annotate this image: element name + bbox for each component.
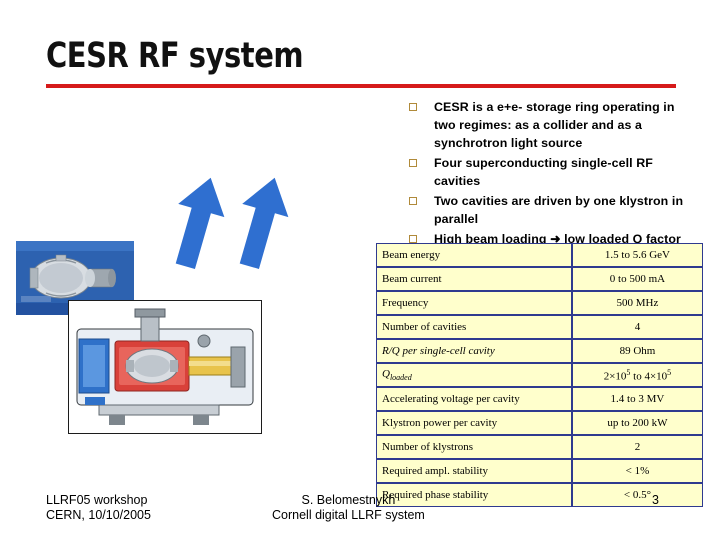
table-cell-param: R/Q per single-cell cavity <box>376 339 572 363</box>
table-row: Number of klystrons 2 <box>376 435 703 459</box>
table-cell-value: 2×105 to 4×105 <box>571 363 703 387</box>
slide: CESR RF system CESR is a e+e- storage ri… <box>0 0 720 540</box>
table-row: Number of cavities 4 <box>376 315 703 339</box>
square-bullet-icon <box>409 159 417 167</box>
table-row: Accelerating voltage per cavity 1.4 to 3… <box>376 387 703 411</box>
table-cell-param: Accelerating voltage per cavity <box>376 387 572 411</box>
cryomodule-cutaway-drawing <box>68 300 262 434</box>
table-cell-param: Beam energy <box>376 243 572 267</box>
table-cell-value: 2 <box>571 435 703 459</box>
table-cell-value: 89 Ohm <box>571 339 703 363</box>
table-cell-value: < 0.5° <box>571 483 703 507</box>
square-bullet-icon <box>409 235 417 243</box>
table-cell-value: 1.4 to 3 MV <box>571 387 703 411</box>
table-cell-value: 1.5 to 5.6 GeV <box>571 243 703 267</box>
footer-center: S. Belomestnykh Cornell digital LLRF sys… <box>272 493 425 523</box>
page-title: CESR RF system <box>46 36 304 76</box>
square-bullet-icon <box>409 197 417 205</box>
table-cell-value: 500 MHz <box>571 291 703 315</box>
footer-left-line1: LLRF05 workshop <box>46 493 148 507</box>
table-cell-param: Klystron power per cavity <box>376 411 572 435</box>
table-row: Qloaded 2×105 to 4×105 <box>376 363 703 387</box>
specification-table: Beam energy 1.5 to 5.6 GeV Beam current … <box>376 243 703 507</box>
pointer-arrows <box>150 172 310 282</box>
list-item: CESR is a e+e- storage ring operating in… <box>400 98 696 152</box>
table-cell-param: Frequency <box>376 291 572 315</box>
table-cell-param: Number of klystrons <box>376 435 572 459</box>
bullet-text: Two cavities are driven by one klystron … <box>434 194 684 226</box>
page-number: 3 <box>652 493 659 507</box>
table-row: Required ampl. stability < 1% <box>376 459 703 483</box>
table-cell-param: Required ampl. stability <box>376 459 572 483</box>
bullet-text: Four superconducting single-cell RF cavi… <box>434 156 653 188</box>
table-cell-param: Beam current <box>376 267 572 291</box>
table-cell-value: < 1% <box>571 459 703 483</box>
table-row: Klystron power per cavity up to 200 kW <box>376 411 703 435</box>
table-row: Beam current 0 to 500 mA <box>376 267 703 291</box>
footer-center-line1: S. Belomestnykh <box>301 493 396 507</box>
table-cell-param: Qloaded <box>376 363 572 387</box>
footer-center-line2: Cornell digital LLRF system <box>272 508 425 522</box>
table-row: Frequency 500 MHz <box>376 291 703 315</box>
table-row: Beam energy 1.5 to 5.6 GeV <box>376 243 703 267</box>
footer-left-line2: CERN, 10/10/2005 <box>46 508 151 522</box>
table-cell-value: 4 <box>571 315 703 339</box>
table-cell-value: up to 200 kW <box>571 411 703 435</box>
table-cell-param: Number of cavities <box>376 315 572 339</box>
bullet-list: CESR is a e+e- storage ring operating in… <box>400 98 696 250</box>
square-bullet-icon <box>409 103 417 111</box>
table-row: R/Q per single-cell cavity 89 Ohm <box>376 339 703 363</box>
list-item: Two cavities are driven by one klystron … <box>400 192 696 228</box>
bullet-text: CESR is a e+e- storage ring operating in… <box>434 100 675 150</box>
title-underline <box>46 84 676 88</box>
list-item: Four superconducting single-cell RF cavi… <box>400 154 696 190</box>
table-cell-value: 0 to 500 mA <box>571 267 703 291</box>
footer-left: LLRF05 workshop CERN, 10/10/2005 <box>46 493 151 523</box>
